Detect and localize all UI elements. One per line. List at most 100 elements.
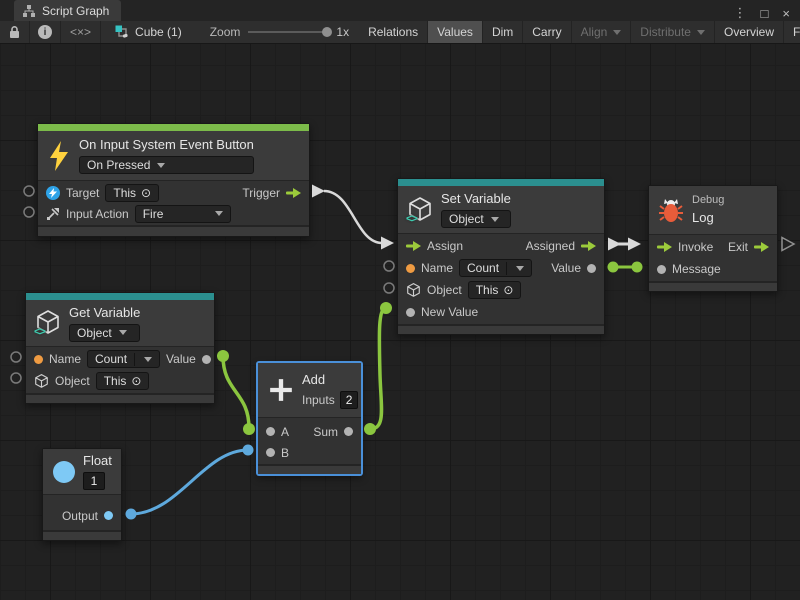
- node-title: Log: [692, 210, 724, 226]
- port-label-sum: Sum: [313, 425, 338, 439]
- target-picker-icon[interactable]: ⊙: [503, 283, 513, 297]
- target-picker-icon[interactable]: ⊙: [141, 186, 151, 200]
- float-icon: [53, 461, 75, 483]
- variable-kind-dropdown[interactable]: Object: [441, 210, 511, 228]
- event-accent-bar: [38, 124, 309, 131]
- chevron-down-icon: [491, 217, 499, 222]
- node-footer: [26, 393, 214, 403]
- target-this-pill[interactable]: This⊙: [105, 184, 159, 202]
- tab-title: Script Graph: [42, 4, 109, 18]
- bug-icon: [659, 197, 683, 223]
- object-this-pill[interactable]: This⊙: [468, 281, 522, 299]
- inputs-count-field[interactable]: 2: [340, 391, 359, 409]
- node-debug-log[interactable]: Debug Log Invoke Exit Message: [648, 185, 778, 292]
- node-category: Debug: [692, 194, 724, 207]
- input-system-icon: [46, 186, 60, 200]
- chevron-down-icon: [613, 30, 621, 35]
- port-label-message: Message: [672, 262, 721, 276]
- relations-button[interactable]: Relations: [359, 21, 428, 43]
- variable-accent-bar: [398, 179, 604, 186]
- value-port-a[interactable]: [266, 427, 275, 436]
- node-title: Float: [83, 453, 112, 469]
- graph-context-button[interactable]: Cube (1): [101, 21, 196, 43]
- node-footer: [398, 324, 604, 334]
- object-this-pill[interactable]: This⊙: [96, 372, 150, 390]
- node-float-literal[interactable]: Float 1 Output: [42, 448, 122, 541]
- align-button[interactable]: Align: [572, 21, 632, 43]
- full-screen-button[interactable]: Full Screen: [784, 21, 800, 43]
- zoom-slider[interactable]: [248, 21, 336, 43]
- flow-port-trigger[interactable]: [286, 188, 301, 198]
- node-on-input-system-event-button[interactable]: On Input System Event Button On Pressed …: [37, 123, 310, 237]
- toolbar-button-group: Relations Values Dim Carry Align Distrib…: [359, 21, 800, 43]
- port-label-a: A: [281, 425, 289, 439]
- flow-port-assign[interactable]: [406, 241, 421, 251]
- node-footer: [649, 281, 777, 291]
- port-label-name: Name: [49, 352, 81, 366]
- port-label-target: Target: [66, 186, 99, 200]
- variable-kind-dropdown[interactable]: Object: [69, 324, 140, 342]
- variable-cube-icon: <>: [408, 197, 432, 223]
- tab-strip: Script Graph ⋮ □ ×: [0, 0, 800, 21]
- value-port-new-value[interactable]: [406, 308, 415, 317]
- values-button[interactable]: Values: [428, 21, 483, 43]
- variable-accent-bar: [26, 293, 214, 300]
- port-label-assign: Assign: [427, 239, 463, 253]
- carry-button[interactable]: Carry: [523, 21, 571, 43]
- dim-button[interactable]: Dim: [483, 21, 523, 43]
- value-port-b[interactable]: [266, 448, 275, 457]
- node-title: Get Variable: [69, 305, 140, 321]
- zoom-slider-handle[interactable]: [322, 27, 332, 37]
- target-picker-icon[interactable]: ⊙: [131, 374, 141, 388]
- info-button[interactable]: i: [30, 21, 61, 43]
- node-title: Add: [302, 372, 358, 388]
- float-value-field[interactable]: 1: [83, 472, 105, 490]
- menu-icon[interactable]: ⋮: [734, 5, 747, 21]
- zoom-value: 1x: [336, 21, 359, 43]
- info-icon: i: [38, 25, 52, 39]
- value-port-message[interactable]: [657, 265, 666, 274]
- zoom-slider-track[interactable]: [248, 31, 328, 33]
- node-title: Set Variable: [441, 191, 511, 207]
- event-mode-dropdown[interactable]: On Pressed: [79, 156, 254, 174]
- node-add[interactable]: Add Inputs 2 A Sum B: [257, 362, 362, 475]
- port-label-input-action: Input Action: [66, 207, 129, 221]
- graph-icon: [22, 4, 36, 18]
- chevron-down-icon: [157, 163, 165, 168]
- close-icon[interactable]: ×: [782, 6, 790, 21]
- variable-name-dropdown[interactable]: Count: [87, 350, 160, 368]
- input-action-dropdown[interactable]: Fire: [135, 205, 231, 223]
- port-label-output: Output: [62, 509, 98, 523]
- variable-name-dropdown[interactable]: Count: [459, 259, 532, 277]
- value-port-output[interactable]: [104, 511, 113, 520]
- code-toggle-button[interactable]: <×>: [61, 21, 101, 43]
- node-set-variable[interactable]: <> Set Variable Object Assign Assigned: [397, 178, 605, 335]
- node-get-variable[interactable]: <> Get Variable Object Name Count Value: [25, 292, 215, 404]
- port-label-object: Object: [55, 374, 90, 388]
- plus-icon: [268, 377, 294, 403]
- string-port-name[interactable]: [406, 264, 415, 273]
- port-label-new-value: New Value: [421, 305, 478, 319]
- flow-port-invoke[interactable]: [657, 242, 672, 252]
- value-port-sum[interactable]: [344, 427, 353, 436]
- distribute-button[interactable]: Distribute: [631, 21, 715, 43]
- value-port-out[interactable]: [202, 355, 211, 364]
- maximize-icon[interactable]: □: [761, 6, 769, 21]
- port-label-exit: Exit: [728, 240, 748, 254]
- code-toggle-label: <×>: [70, 25, 91, 39]
- port-label-trigger: Trigger: [242, 186, 280, 200]
- lightning-bolt-icon: [48, 141, 70, 171]
- node-title: On Input System Event Button: [79, 137, 254, 153]
- chevron-down-icon: [119, 330, 127, 335]
- overview-button[interactable]: Overview: [715, 21, 784, 43]
- port-label-object: Object: [427, 283, 462, 297]
- node-footer: [38, 225, 309, 236]
- flow-port-exit[interactable]: [754, 242, 769, 252]
- tab-script-graph[interactable]: Script Graph: [14, 0, 121, 21]
- node-footer: [258, 464, 361, 474]
- flow-port-assigned[interactable]: [581, 241, 596, 251]
- value-port-out[interactable]: [587, 264, 596, 273]
- lock-button[interactable]: [0, 21, 30, 43]
- string-port-name[interactable]: [34, 355, 43, 364]
- port-label-assigned: Assigned: [526, 239, 575, 253]
